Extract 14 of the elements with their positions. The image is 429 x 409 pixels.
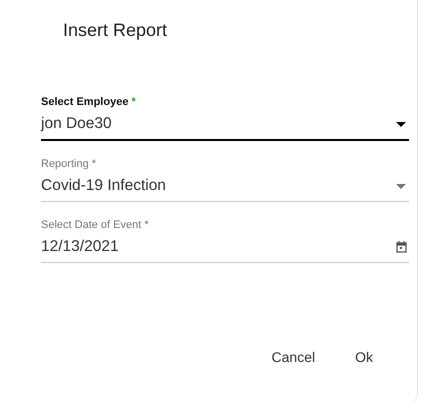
form-field[interactable]: Select Date of Event * 12/13/2021 xyxy=(41,219,409,263)
field-label: Select Date of Event * xyxy=(41,219,150,231)
form-field[interactable]: Reporting * Covid-19 Infection xyxy=(41,158,409,202)
field-value: Covid-19 Infection xyxy=(41,177,166,195)
field-label: Select Employee * xyxy=(41,96,137,108)
dropdown-caret-icon[interactable] xyxy=(396,122,406,126)
form-field[interactable]: Select Employee * jon Doe30 xyxy=(41,96,409,141)
dialog-button[interactable]: Cancel xyxy=(258,341,330,373)
field-value: 12/13/2021 xyxy=(41,238,119,256)
field-value: jon Doe30 xyxy=(41,115,112,133)
field-label: Reporting * xyxy=(41,158,98,170)
calendar-icon[interactable] xyxy=(396,241,407,253)
dialog-button[interactable]: Ok xyxy=(341,341,387,373)
dialog-title: Insert Report xyxy=(62,19,168,42)
